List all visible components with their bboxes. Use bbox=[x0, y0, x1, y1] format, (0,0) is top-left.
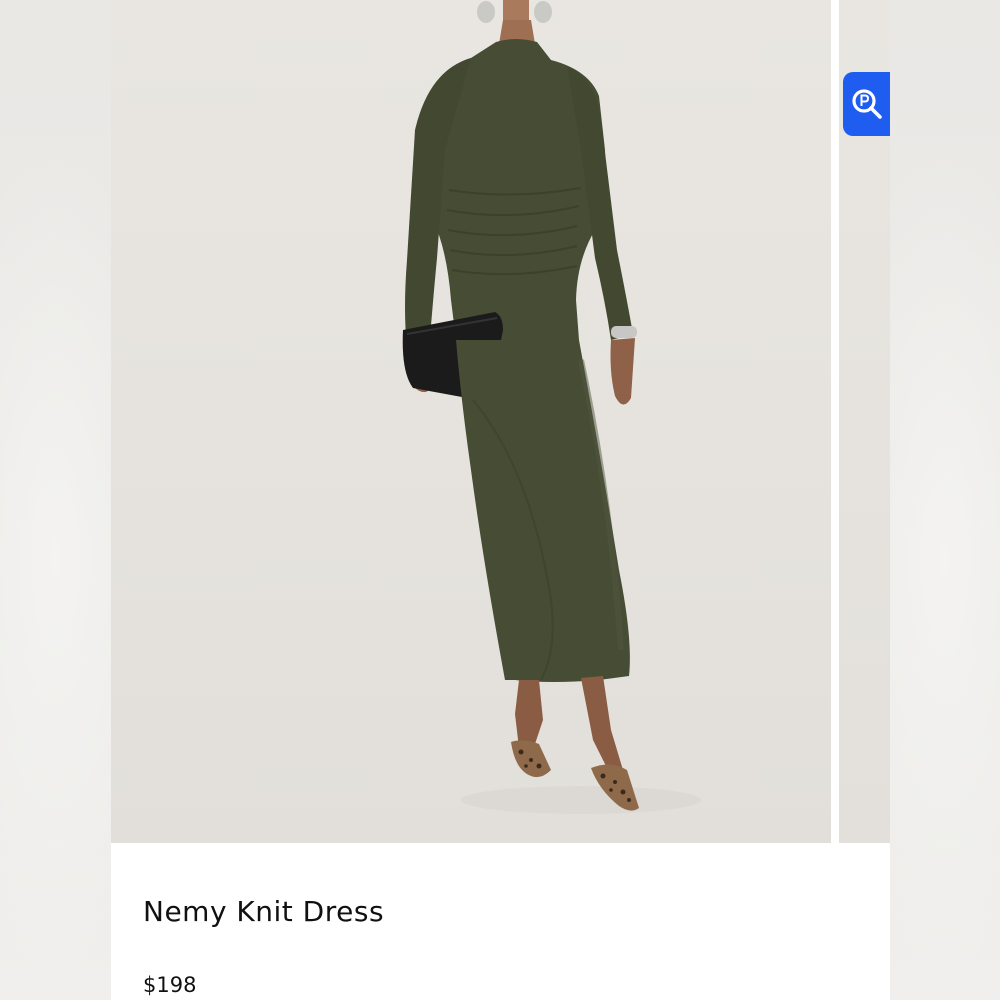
product-price: $198 bbox=[143, 973, 197, 997]
product-card: Nemy Knit Dress $198 bbox=[111, 0, 890, 1000]
visual-search-button[interactable] bbox=[843, 72, 890, 136]
model-illustration bbox=[402, 0, 701, 814]
lens-search-icon bbox=[849, 86, 885, 122]
product-info: Nemy Knit Dress $198 bbox=[111, 843, 890, 1000]
product-name[interactable]: Nemy Knit Dress bbox=[143, 895, 384, 928]
product-image[interactable] bbox=[111, 0, 831, 843]
